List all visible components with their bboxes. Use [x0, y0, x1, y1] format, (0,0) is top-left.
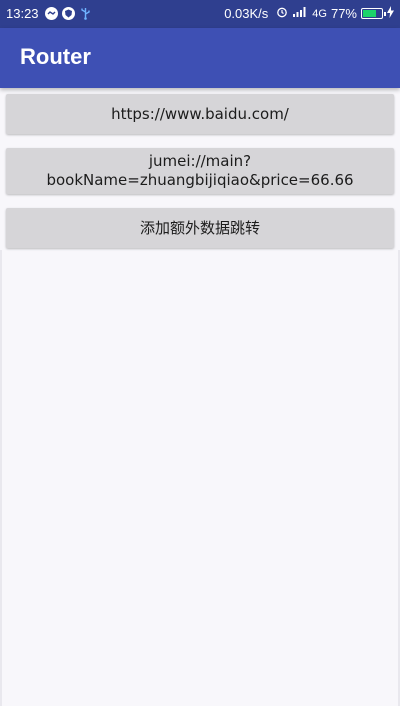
jumei-label-line2: bookName=zhuangbijiqiao&price=66.66 [46, 171, 354, 189]
network-speed: 0.03K/s [224, 6, 269, 21]
app-bar: Router [0, 28, 400, 88]
app-title: Router [20, 44, 91, 69]
open-baidu-button[interactable]: https://www.baidu.com/ [6, 94, 394, 134]
battery-icon [361, 8, 386, 19]
open-baidu-label: https://www.baidu.com/ [111, 104, 289, 123]
open-jumei-label: jumei://main? bookName=zhuangbijiqiao&pr… [46, 152, 353, 190]
status-bar: 13:23 0.03K/s 4G 77% [0, 0, 400, 28]
network-type: 4G [312, 7, 327, 20]
alarm-icon [276, 6, 288, 21]
jumei-label-line1: jumei://main? [148, 152, 252, 170]
extra-data-jump-label: 添加额外数据跳转 [139, 218, 260, 237]
notification-icon [44, 7, 58, 20]
status-time: 13:23 [6, 6, 39, 21]
shield-icon [61, 7, 75, 20]
left-edge-divider [0, 250, 2, 706]
extra-data-jump-button[interactable]: 添加额外数据跳转 [6, 208, 394, 248]
usb-icon [79, 7, 92, 20]
status-bar-left: 13:23 [6, 6, 92, 21]
battery-percent: 77% [330, 6, 357, 21]
signal-icon [292, 6, 308, 21]
main-content: https://www.baidu.com/ jumei://main? boo… [0, 88, 400, 706]
battery-tip [384, 12, 386, 16]
open-jumei-uri-button[interactable]: jumei://main? bookName=zhuangbijiqiao&pr… [6, 148, 394, 194]
status-bar-right: 0.03K/s 4G 77% [224, 6, 394, 21]
charging-icon [387, 6, 394, 21]
battery-fill [363, 10, 377, 17]
